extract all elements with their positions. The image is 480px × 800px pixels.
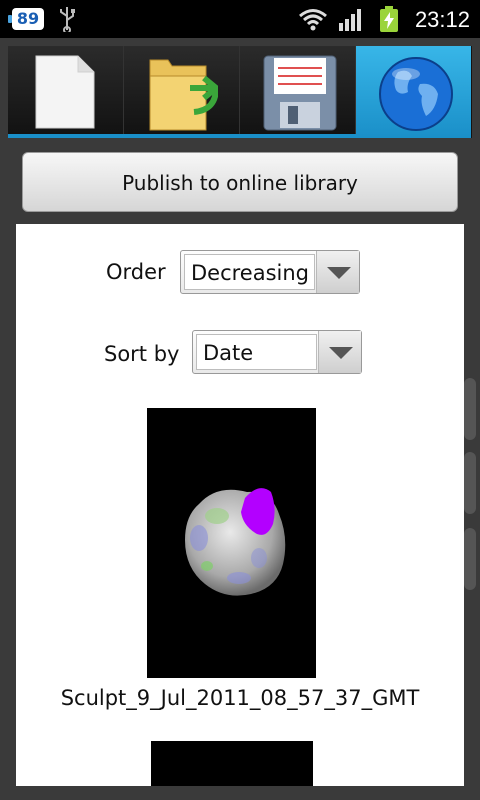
- sort-by-label: Sort by: [104, 342, 180, 366]
- background-hint: [464, 452, 476, 514]
- chevron-down-icon: [318, 331, 361, 373]
- tab-open[interactable]: [124, 46, 240, 138]
- order-label: Order: [106, 260, 166, 284]
- library-list[interactable]: Order Decreasing Sort by Date Sculpt_9_J…: [16, 224, 464, 786]
- sculpt-caption: Sculpt_9_Jul_2011_08_57_37_GMT: [60, 686, 420, 710]
- order-value: Decreasing: [184, 254, 315, 290]
- floppy-disk-icon: [263, 55, 337, 131]
- status-bar: 89 23:12: [0, 0, 480, 38]
- tab-new[interactable]: [8, 46, 124, 138]
- tab-indicator: [8, 134, 360, 138]
- wifi-icon: [299, 9, 327, 31]
- clock: 23:12: [414, 7, 470, 32]
- globe-icon: [379, 57, 453, 131]
- sculpt-preview-image: [185, 488, 286, 596]
- tab-online[interactable]: [356, 46, 471, 138]
- signal-icon: [339, 9, 361, 31]
- chevron-down-icon: [316, 251, 359, 293]
- sculpt-thumbnail[interactable]: [147, 408, 316, 678]
- order-dropdown[interactable]: Decreasing: [180, 250, 360, 294]
- folder-open-icon: [149, 59, 218, 131]
- usb-icon: [60, 7, 75, 32]
- document-icon: [35, 55, 95, 129]
- tab-save[interactable]: [240, 46, 356, 138]
- publish-button[interactable]: Publish to online library: [22, 152, 458, 212]
- tab-strip: [8, 46, 472, 138]
- background-hint: [464, 528, 476, 590]
- battery-badge-icon: 89: [8, 8, 44, 30]
- sort-by-dropdown[interactable]: Date: [192, 330, 362, 374]
- battery-charging-icon: [380, 6, 398, 32]
- sculpt-thumbnail[interactable]: [151, 741, 313, 786]
- sort-by-value: Date: [196, 334, 317, 370]
- background-hint: [464, 378, 476, 440]
